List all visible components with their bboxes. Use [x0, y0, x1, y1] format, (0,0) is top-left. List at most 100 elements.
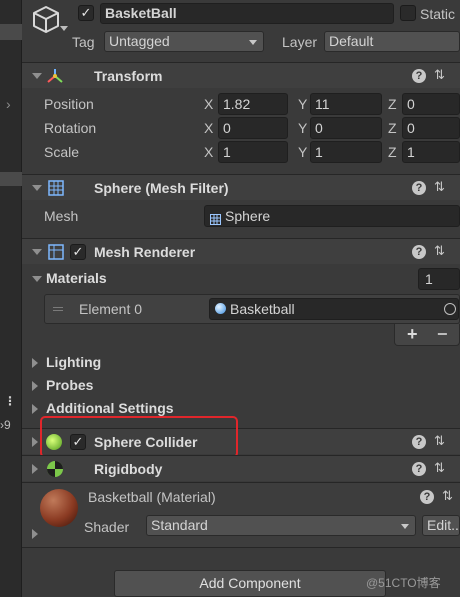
component-title: Sphere (Mesh Filter): [94, 180, 229, 196]
axis-y-label[interactable]: Y: [298, 120, 307, 136]
help-icon[interactable]: ?: [412, 181, 426, 195]
expand-arrow-icon[interactable]: [32, 529, 38, 539]
collapse-arrow-icon[interactable]: [32, 73, 42, 79]
left-strip-item[interactable]: [0, 172, 22, 186]
drag-handle-icon[interactable]: [53, 307, 63, 311]
axis-z-label[interactable]: Z: [388, 144, 397, 160]
shader-value: Standard: [151, 517, 208, 533]
tag-label: Tag: [72, 34, 95, 50]
axis-z-label[interactable]: Z: [388, 120, 397, 136]
help-icon[interactable]: ?: [412, 245, 426, 259]
remove-element-button[interactable]: −: [437, 324, 448, 345]
left-strip-tab[interactable]: [0, 24, 22, 40]
transform-header[interactable]: Transform ? ⇅: [22, 62, 460, 88]
material-name: Basketball (Material): [88, 489, 216, 505]
settings-sliders-icon[interactable]: ⇅: [442, 488, 453, 504]
axis-x-label[interactable]: X: [204, 120, 213, 136]
settings-sliders-icon[interactable]: ⇅: [434, 179, 445, 195]
help-icon[interactable]: ?: [412, 435, 426, 449]
mesh-renderer-header[interactable]: ✓ Mesh Renderer ? ⇅: [22, 238, 460, 264]
add-element-button[interactable]: +: [407, 324, 418, 345]
mesh-filter-header[interactable]: Sphere (Mesh Filter) ? ⇅: [22, 174, 460, 200]
expand-arrow-icon[interactable]: [32, 437, 38, 447]
collapse-arrow-icon[interactable]: [32, 185, 42, 191]
material-preview-sphere[interactable]: [40, 489, 78, 527]
left-panel-strip: › ⋮ ›9: [0, 0, 22, 597]
materials-count-field[interactable]: 1: [418, 268, 460, 290]
layer-value: Default: [329, 33, 374, 49]
help-icon[interactable]: ?: [412, 69, 426, 83]
chevron-down-icon: [249, 40, 257, 45]
settings-sliders-icon[interactable]: ⇅: [434, 243, 445, 259]
rotation-z-field[interactable]: 0: [402, 117, 460, 139]
static-checkbox[interactable]: [400, 5, 416, 21]
additional-settings-foldout[interactable]: Additional Settings: [46, 400, 174, 416]
active-checkbox[interactable]: ✓: [78, 5, 94, 21]
scale-label: Scale: [44, 144, 80, 160]
gameobject-cube-icon[interactable]: [30, 4, 62, 34]
material-object-field[interactable]: Basketball: [209, 298, 459, 320]
chevron-down-icon: [401, 524, 409, 529]
chevron-right-icon[interactable]: ›: [6, 96, 11, 112]
expand-arrow-icon[interactable]: [32, 464, 38, 474]
mesh-grid-icon: [210, 210, 221, 225]
position-z-field[interactable]: 0: [402, 93, 460, 115]
mesh-renderer-icon: [48, 244, 64, 260]
scale-x-field[interactable]: 1: [218, 141, 288, 163]
axis-x-label[interactable]: X: [204, 144, 213, 160]
tag-dropdown[interactable]: Untagged: [104, 31, 264, 52]
materials-list: Element 0 Basketball: [44, 294, 460, 324]
material-value: Basketball: [230, 301, 295, 317]
expand-arrow-icon[interactable]: [32, 404, 38, 414]
position-y-field[interactable]: 11: [310, 93, 382, 115]
highlight-box: [40, 416, 238, 458]
help-icon[interactable]: ?: [412, 462, 426, 476]
collapse-arrow-icon[interactable]: [32, 249, 42, 255]
materials-label: Materials: [46, 270, 107, 286]
rotation-y-field[interactable]: 0: [310, 117, 382, 139]
add-component-button[interactable]: Add Component: [114, 570, 386, 597]
axis-y-label[interactable]: Y: [298, 96, 307, 112]
scale-y-field[interactable]: 1: [310, 141, 382, 163]
shader-label: Shader: [84, 519, 130, 535]
mesh-value: Sphere: [225, 208, 271, 224]
axis-x-label[interactable]: X: [204, 96, 213, 112]
icon-dropdown-caret[interactable]: [60, 26, 68, 31]
settings-sliders-icon[interactable]: ⇅: [434, 67, 445, 83]
rotation-label: Rotation: [44, 120, 97, 136]
rotation-x-field[interactable]: 0: [218, 117, 288, 139]
mesh-renderer-enabled-checkbox[interactable]: ✓: [70, 244, 86, 260]
watermark: @51CTO博客: [366, 576, 441, 590]
mesh-grid-icon: [48, 180, 64, 196]
axis-y-label[interactable]: Y: [298, 144, 307, 160]
object-picker-icon[interactable]: [444, 303, 456, 315]
rigidbody-icon: [46, 460, 64, 478]
edit-shader-button[interactable]: Edit...: [422, 515, 460, 536]
layer-dropdown[interactable]: Default: [324, 31, 460, 52]
scale-z-field[interactable]: 1: [402, 141, 460, 163]
settings-sliders-icon[interactable]: ⇅: [434, 433, 445, 449]
mesh-object-field[interactable]: Sphere: [204, 205, 460, 227]
tag-value: Untagged: [109, 33, 170, 49]
component-title: Transform: [94, 68, 163, 84]
expand-arrow-icon[interactable]: [32, 381, 38, 391]
help-icon[interactable]: ?: [420, 490, 434, 504]
rigidbody-header[interactable]: Rigidbody ? ⇅: [22, 455, 460, 481]
mesh-label: Mesh: [44, 208, 79, 224]
element-label: Element 0: [79, 301, 143, 317]
expand-arrow-icon[interactable]: [32, 358, 38, 368]
settings-sliders-icon[interactable]: ⇅: [434, 460, 445, 476]
transform-axes-icon: [46, 67, 64, 85]
component-title: Mesh Renderer: [94, 244, 196, 260]
materials-collapse-icon[interactable]: [32, 276, 42, 282]
axis-z-label[interactable]: Z: [388, 96, 397, 112]
object-name-input[interactable]: BasketBall: [100, 3, 394, 24]
layer-label: Layer: [282, 34, 318, 50]
list-footer: + −: [394, 324, 460, 346]
lighting-foldout[interactable]: Lighting: [46, 354, 101, 370]
shader-dropdown[interactable]: Standard: [146, 515, 416, 536]
position-x-field[interactable]: 1.82: [218, 93, 288, 115]
more-vertical-icon[interactable]: ⋮: [4, 394, 16, 408]
probes-foldout[interactable]: Probes: [46, 377, 93, 393]
material-section: Basketball (Material) ? ⇅ Shader Standar…: [22, 482, 460, 548]
